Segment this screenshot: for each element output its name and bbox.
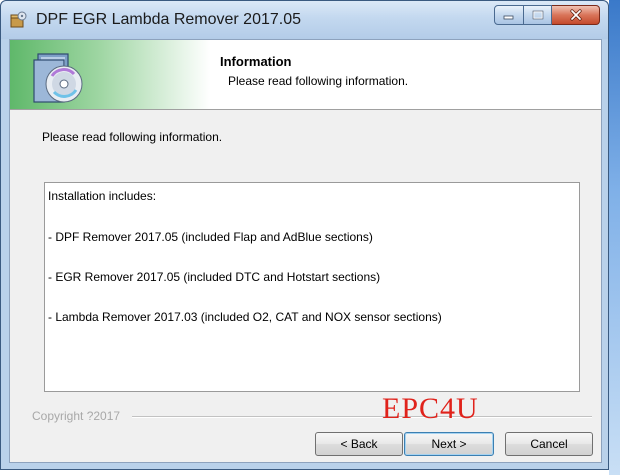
wizard-header: Information Please read following inform…	[10, 40, 601, 110]
next-button[interactable]: Next >	[404, 432, 494, 456]
instruction-label: Please read following information.	[42, 130, 223, 144]
info-line: - DPF Remover 2017.05 (included Flap and…	[48, 230, 373, 244]
cancel-button[interactable]: Cancel	[505, 432, 593, 456]
minimize-button[interactable]	[494, 5, 524, 25]
setup-disc-icon	[33, 53, 83, 103]
footer-separator	[132, 416, 592, 418]
minimize-icon	[503, 15, 514, 20]
back-button[interactable]: < Back	[315, 432, 403, 456]
maximize-button[interactable]	[524, 5, 552, 25]
maximize-icon	[532, 10, 543, 20]
watermark-text: EPC4U	[382, 392, 479, 425]
close-icon	[569, 9, 582, 21]
setup-box-icon	[10, 11, 27, 28]
page-subtitle: Please read following information.	[228, 74, 409, 88]
close-button[interactable]	[552, 5, 600, 25]
wizard-page: Information Please read following inform…	[9, 39, 602, 463]
info-line: - Lambda Remover 2017.03 (included O2, C…	[48, 310, 442, 324]
page-title: Information	[220, 54, 292, 69]
caption-buttons	[494, 5, 600, 27]
info-line: - EGR Remover 2017.05 (included DTC and …	[48, 270, 381, 284]
desktop-background	[609, 0, 620, 475]
window-title: DPF EGR Lambda Remover 2017.05	[36, 11, 302, 28]
information-textbox[interactable]: Installation includes: - DPF Remover 201…	[44, 182, 580, 392]
info-line: Installation includes:	[48, 189, 157, 203]
copyright-text: Copyright ?2017	[32, 409, 121, 423]
title-bar[interactable]: DPF EGR Lambda Remover 2017.05	[1, 1, 608, 39]
installer-window: DPF EGR Lambda Remover 2017.05 Informati…	[0, 0, 609, 470]
